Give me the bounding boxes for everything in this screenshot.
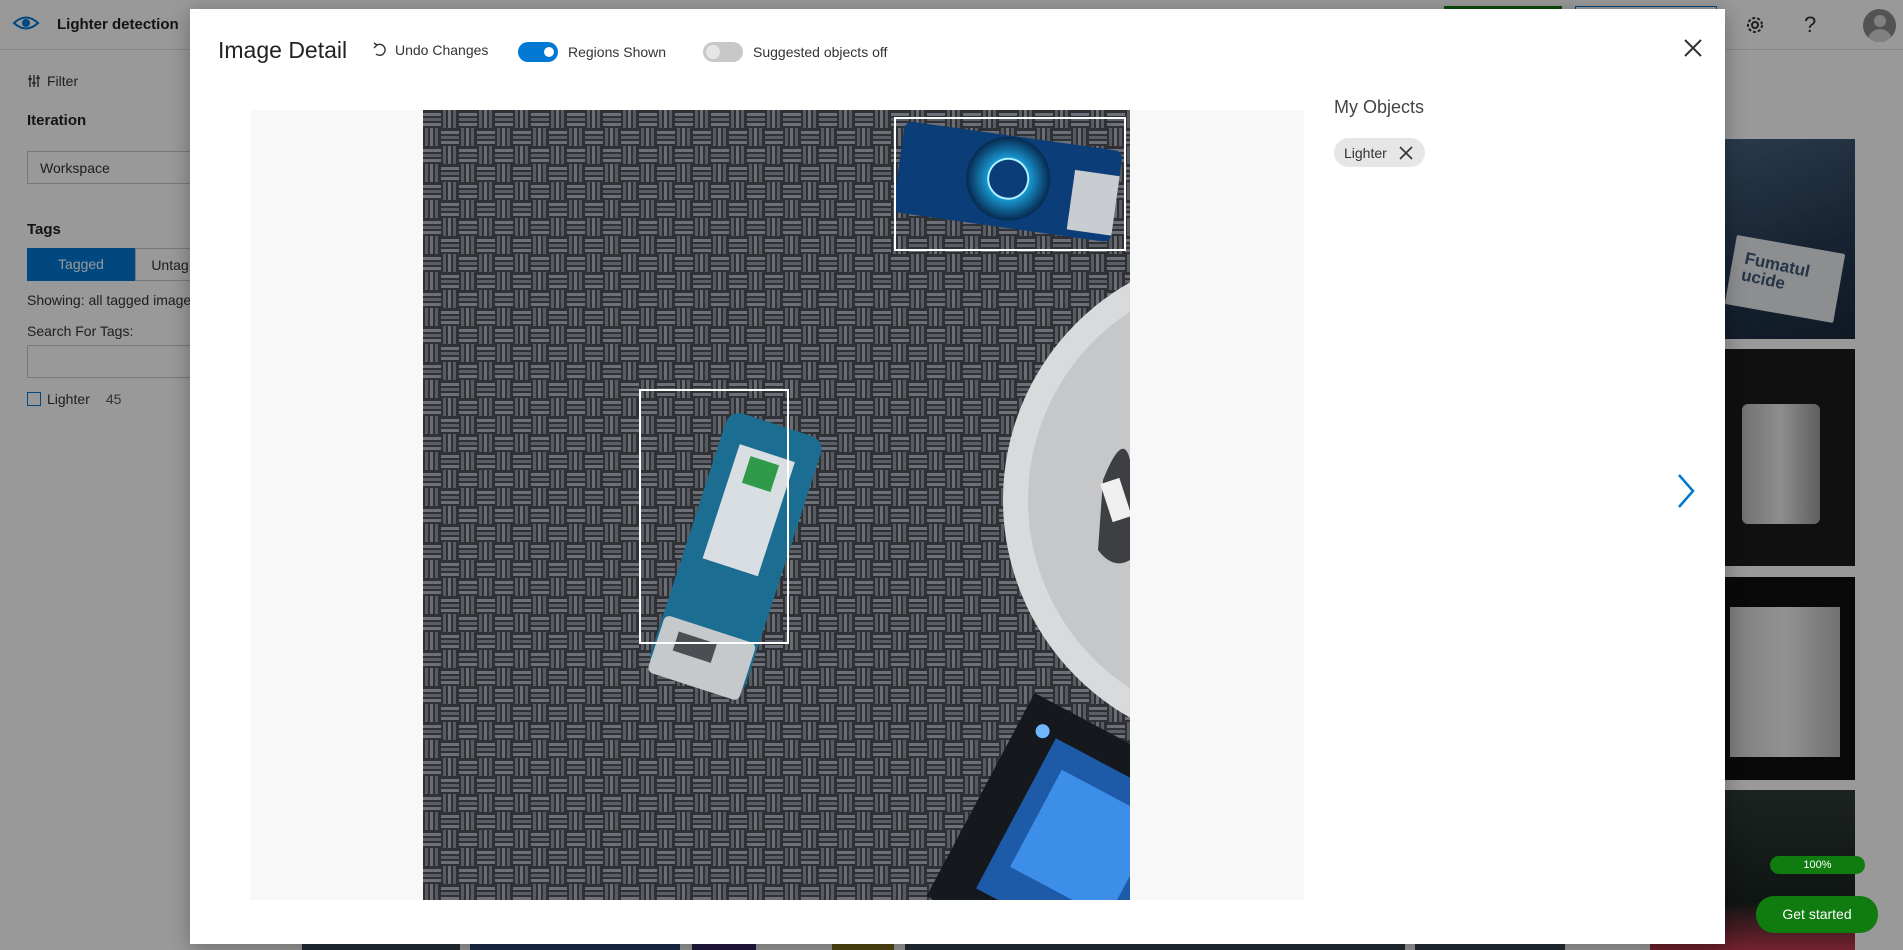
close-icon[interactable] [1399, 145, 1413, 160]
object-chip-label: Lighter [1344, 144, 1387, 161]
detail-image[interactable] [423, 110, 1130, 900]
regions-toggle[interactable]: Regions Shown [518, 42, 666, 62]
regions-toggle-switch[interactable] [518, 42, 558, 62]
my-objects-title: My Objects [1334, 97, 1425, 117]
image-detail-modal: Image Detail Undo Changes Regions Shown … [190, 9, 1725, 944]
modal-title: Image Detail [218, 37, 348, 63]
undo-changes-button[interactable]: Undo Changes [373, 42, 488, 58]
suggested-objects-toggle[interactable]: Suggested objects off [703, 42, 887, 62]
object-chip[interactable]: Lighter [1334, 138, 1425, 167]
undo-icon [373, 42, 386, 57]
region-box[interactable] [894, 117, 1126, 251]
suggested-toggle-switch[interactable] [703, 42, 743, 62]
image-canvas [250, 110, 1304, 900]
chevron-right-icon[interactable] [1673, 471, 1699, 511]
undo-label: Undo Changes [395, 42, 489, 58]
regions-toggle-label: Regions Shown [568, 44, 667, 60]
get-started-button[interactable]: Get started [1756, 896, 1878, 933]
region-box[interactable] [639, 389, 789, 644]
close-icon[interactable] [1680, 35, 1706, 61]
progress-badge: 100% [1770, 856, 1865, 874]
suggested-toggle-label: Suggested objects off [753, 44, 888, 60]
